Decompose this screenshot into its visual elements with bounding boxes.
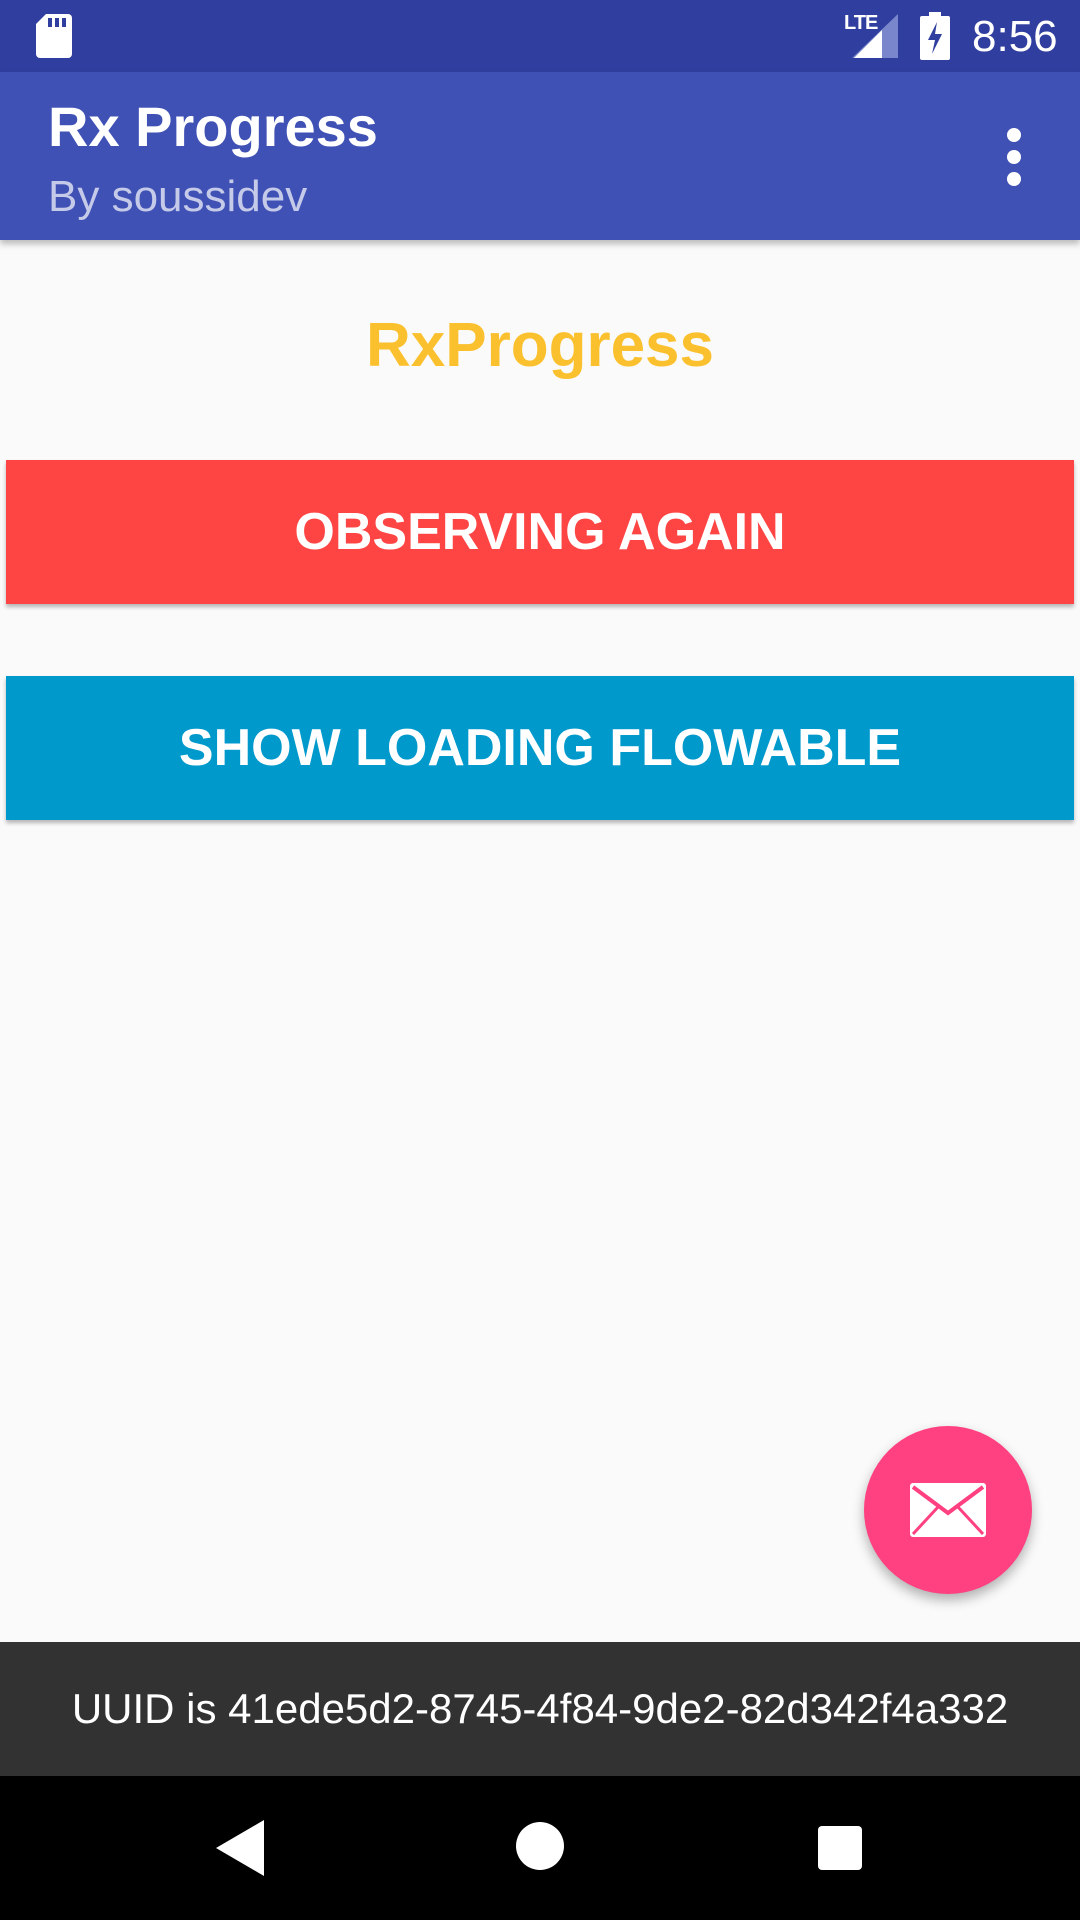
signal-icon [852, 14, 898, 58]
snackbar: UUID is 41ede5d2-8745-4f84-9de2-82d342f4… [0, 1642, 1080, 1776]
clock: 8:56 [972, 12, 1058, 61]
sd-card-icon [36, 14, 72, 58]
recents-icon[interactable] [818, 1826, 862, 1870]
fab-mail-button[interactable] [864, 1426, 1032, 1594]
battery-charging-icon [920, 12, 950, 60]
app-title: Rx Progress [48, 95, 378, 158]
app-subtitle: By soussidev [48, 172, 308, 221]
home-icon[interactable] [516, 1822, 564, 1870]
app-bar: Rx Progress By soussidev [0, 72, 1080, 240]
mail-icon [910, 1483, 986, 1537]
observing-again-button[interactable]: OBSERVING AGAIN [6, 460, 1074, 604]
page-heading: RxProgress [365, 311, 715, 380]
more-vert-icon[interactable] [1000, 128, 1028, 188]
status-bar: LTE 8:56 [0, 0, 1080, 72]
show-loading-flowable-button[interactable]: SHOW LOADING FLOWABLE [6, 676, 1074, 820]
back-icon[interactable] [216, 1820, 264, 1876]
snackbar-text: UUID is 41ede5d2-8745-4f84-9de2-82d342f4… [71, 1685, 1009, 1732]
navigation-bar [0, 1776, 1080, 1920]
